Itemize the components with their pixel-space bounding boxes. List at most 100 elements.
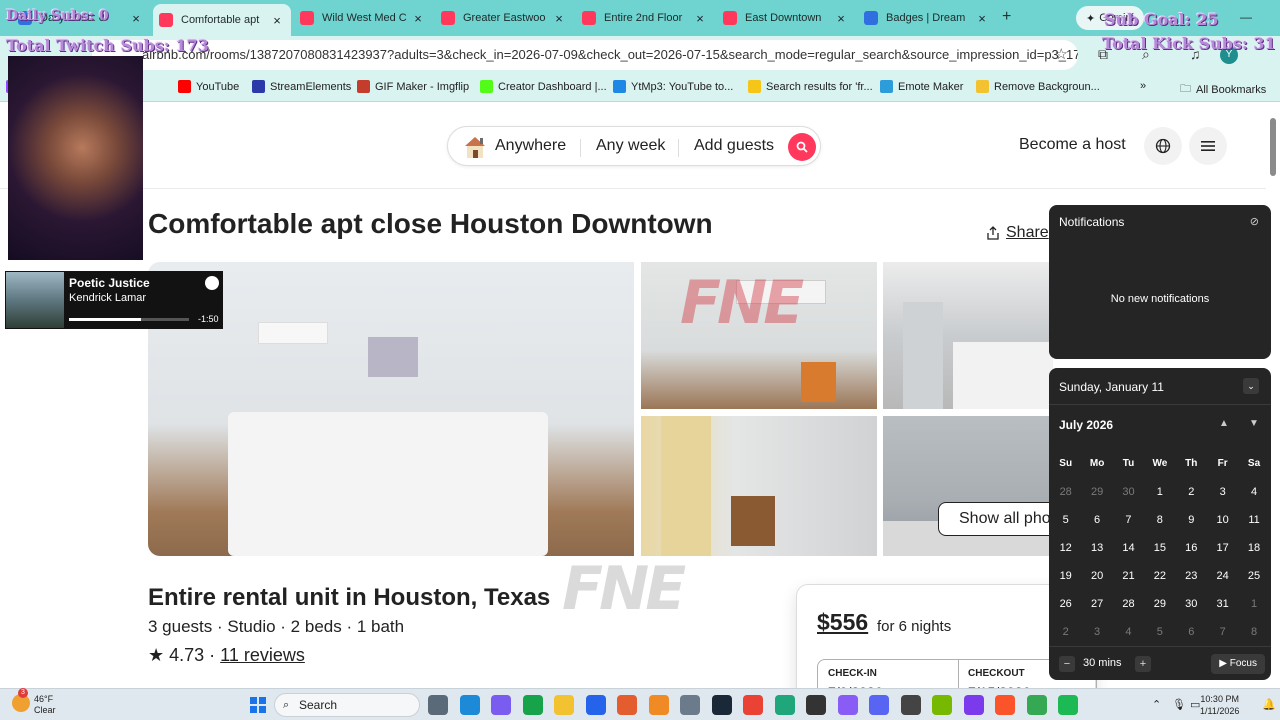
steam-icon[interactable] <box>711 695 732 715</box>
calendar-day[interactable]: 5 <box>1050 510 1081 538</box>
calendar-day[interactable]: 31 <box>1207 594 1238 622</box>
calendar-day[interactable]: 12 <box>1050 538 1081 566</box>
calendar-day[interactable]: 25 <box>1238 566 1269 594</box>
calendar-day[interactable]: 4 <box>1238 482 1269 510</box>
decrease-focus-button[interactable]: − <box>1059 656 1075 672</box>
calendar-day[interactable]: 2 <box>1176 482 1207 510</box>
minimize-button[interactable]: — <box>1240 10 1252 24</box>
calendar-day[interactable]: 1 <box>1144 482 1175 510</box>
bookmark-item[interactable]: Emote Maker <box>880 80 963 93</box>
notification-bell-icon[interactable]: 🔔 <box>1262 698 1276 711</box>
app-ring-icon[interactable] <box>837 695 858 715</box>
store-icon[interactable] <box>585 695 606 715</box>
calendar-day[interactable]: 30 <box>1176 594 1207 622</box>
next-month-icon[interactable]: ▼ <box>1249 418 1259 429</box>
taskbar-search[interactable]: ⌕ Search <box>274 693 420 717</box>
start-button[interactable] <box>250 697 266 713</box>
new-tab-button[interactable]: + <box>1002 8 1011 26</box>
calendar-day[interactable]: 24 <box>1207 566 1238 594</box>
edge-icon[interactable] <box>459 695 480 715</box>
calendar-day[interactable]: 21 <box>1113 566 1144 594</box>
calendar-day[interactable]: 11 <box>1238 510 1269 538</box>
calendar-day[interactable]: 16 <box>1176 538 1207 566</box>
close-tab-icon[interactable]: × <box>410 11 426 26</box>
app-snip-icon[interactable] <box>680 695 700 715</box>
app-dark-icon[interactable] <box>900 695 921 715</box>
page-scrollbar[interactable] <box>1270 118 1276 176</box>
calendar-day[interactable]: 18 <box>1238 538 1269 566</box>
calendar-day[interactable]: 22 <box>1144 566 1175 594</box>
nvidia-icon[interactable] <box>932 695 952 715</box>
prev-month-icon[interactable]: ▲ <box>1219 418 1229 429</box>
url-bar[interactable]: airbnb.com/rooms/1387207080831423937?adu… <box>92 40 1078 70</box>
search-button[interactable] <box>788 133 816 161</box>
file-explorer-icon[interactable] <box>554 695 574 715</box>
calendar-day[interactable]: 17 <box>1207 538 1238 566</box>
start-focus-button[interactable]: ▶ Focus <box>1211 654 1265 674</box>
calendar-day[interactable]: 1 <box>1238 594 1269 622</box>
total-price[interactable]: $556 <box>817 609 868 636</box>
tray-overflow-icon[interactable]: ⌃ <box>1152 698 1161 711</box>
close-tab-icon[interactable]: × <box>269 13 285 28</box>
reviews-link[interactable]: 11 reviews <box>220 645 305 665</box>
calendar-day[interactable]: 8 <box>1144 510 1175 538</box>
close-tab-icon[interactable]: × <box>551 11 567 26</box>
bookmark-item[interactable]: Search results for 'fr... <box>748 80 873 93</box>
app-green-icon[interactable] <box>774 695 795 715</box>
close-tab-icon[interactable]: × <box>833 11 849 26</box>
calendar-day[interactable]: 29 <box>1081 482 1112 510</box>
discord-icon[interactable] <box>869 695 889 715</box>
calendar-day[interactable]: 3 <box>1207 482 1238 510</box>
listing-photo-4[interactable] <box>641 416 877 556</box>
calendar-day[interactable]: 30 <box>1113 482 1144 510</box>
network-icon[interactable]: ▭ <box>1190 698 1200 711</box>
calendar-day[interactable]: 19 <box>1050 566 1081 594</box>
calendar-day[interactable]: 28 <box>1113 594 1144 622</box>
bookmark-item[interactable]: StreamElements <box>252 80 351 93</box>
more-bookmarks-button[interactable]: » <box>1140 80 1146 92</box>
xbox-icon[interactable] <box>522 695 543 715</box>
calendar-month[interactable]: July 2026 <box>1059 418 1113 432</box>
share-button[interactable]: Share <box>986 224 1049 242</box>
app-purple-icon[interactable] <box>963 695 984 715</box>
browser-tab[interactable]: Comfortable apt × <box>153 4 291 36</box>
search-where[interactable]: Anywhere <box>495 137 566 155</box>
close-tab-icon[interactable]: × <box>974 11 990 26</box>
bookmark-item[interactable]: GIF Maker - Imgflip <box>357 80 469 93</box>
copilot-icon[interactable] <box>491 695 511 715</box>
task-view-icon[interactable] <box>428 695 448 715</box>
brave-icon[interactable] <box>995 695 1015 715</box>
obs-icon[interactable] <box>806 695 826 715</box>
calendar-day[interactable]: 9 <box>1176 510 1207 538</box>
search-who[interactable]: Add guests <box>694 137 774 155</box>
system-clock[interactable]: 10:30 PM 1/11/2026 <box>1200 693 1239 717</box>
close-tab-icon[interactable]: × <box>692 11 708 26</box>
browser-tab[interactable]: Badges | Dream × <box>858 4 996 32</box>
browser-tab[interactable]: Wild West Med C × <box>294 4 432 32</box>
browser-tab[interactable]: Greater Eastwoo × <box>435 4 573 32</box>
bookmark-item[interactable]: YouTube <box>178 80 239 93</box>
listing-photo-3[interactable] <box>883 262 1053 409</box>
do-not-disturb-icon[interactable]: ⊘ <box>1250 215 1259 228</box>
calendar-day[interactable]: 28 <box>1050 482 1081 510</box>
spotify-icon[interactable] <box>1058 695 1078 715</box>
microphone-icon[interactable]: 🎙 <box>1172 698 1186 711</box>
chevron-down-icon[interactable]: ⌄ <box>1243 378 1259 394</box>
calendar-day[interactable]: 14 <box>1113 538 1144 566</box>
calendar-day[interactable]: 13 <box>1081 538 1112 566</box>
chrome-2-icon[interactable] <box>1026 695 1047 715</box>
close-tab-icon[interactable]: × <box>128 11 144 26</box>
app-orange-icon[interactable] <box>648 695 669 715</box>
calendar-day[interactable]: 15 <box>1144 538 1175 566</box>
calendar-day[interactable]: 23 <box>1176 566 1207 594</box>
calendar-day[interactable]: 26 <box>1050 594 1081 622</box>
increase-focus-button[interactable]: + <box>1135 656 1151 672</box>
photos-icon[interactable] <box>617 695 637 715</box>
bookmark-item[interactable]: YtMp3: YouTube to... <box>613 80 733 93</box>
search-bar[interactable]: Anywhere Any week Add guests <box>447 126 821 166</box>
bookmark-star-icon[interactable]: ☆ <box>1055 40 1068 70</box>
calendar-day[interactable]: 29 <box>1144 594 1175 622</box>
browser-tab[interactable]: East Downtown × <box>717 4 855 32</box>
main-menu-button[interactable] <box>1189 127 1227 165</box>
language-button[interactable] <box>1144 127 1182 165</box>
